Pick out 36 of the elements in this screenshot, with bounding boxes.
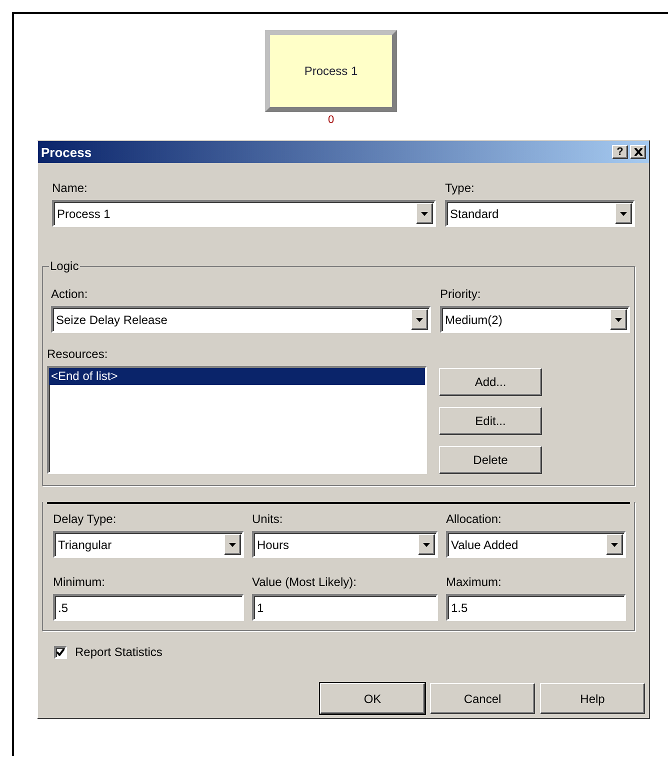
process-module[interactable]: Process 1: [265, 30, 397, 112]
field-label: Value (Most Likely):: [252, 575, 358, 589]
dialog-button[interactable]: Cancel: [430, 683, 535, 714]
dialog-button[interactable]: OK: [320, 683, 425, 714]
field-label: Name:: [52, 181, 88, 195]
checkbox-label: Report Statistics: [75, 645, 162, 659]
field-label: Resources:: [47, 347, 109, 361]
entity-count: 0: [328, 114, 334, 126]
dropdown[interactable]: Value Added: [446, 531, 626, 558]
checkbox[interactable]: [54, 646, 67, 658]
close-icon[interactable]: [630, 145, 646, 159]
input-field[interactable]: 1: [252, 594, 438, 621]
window-title: Process: [41, 144, 93, 160]
dropdown[interactable]: Standard: [445, 200, 635, 227]
list-item[interactable]: <End of list>: [49, 368, 425, 385]
dropdown[interactable]: Seize Delay Release: [51, 306, 431, 333]
help-button[interactable]: ?: [612, 145, 628, 159]
field-label: Allocation:: [446, 512, 502, 526]
field-label: Priority:: [440, 287, 482, 301]
list-action-button[interactable]: Add...: [439, 368, 542, 396]
list-action-button[interactable]: Edit...: [439, 407, 542, 435]
dropdown[interactable]: Triangular: [53, 531, 244, 558]
field-label: Type:: [445, 181, 476, 195]
input-field[interactable]: 1.5: [446, 594, 626, 621]
input-field[interactable]: .5: [53, 594, 244, 621]
field-label: Action:: [51, 287, 89, 301]
field-label: Units:: [252, 512, 284, 526]
field-label: Delay Type:: [53, 512, 118, 526]
group-legend: Logic: [49, 259, 80, 273]
dropdown[interactable]: Hours: [252, 531, 438, 558]
dropdown[interactable]: Process 1: [52, 200, 436, 227]
dropdown[interactable]: Medium(2): [440, 306, 630, 333]
field-label: Minimum:: [53, 575, 106, 589]
list-action-button[interactable]: Delete: [439, 446, 542, 474]
field-label: Maximum:: [446, 575, 502, 589]
dialog-button[interactable]: Help: [540, 683, 645, 714]
